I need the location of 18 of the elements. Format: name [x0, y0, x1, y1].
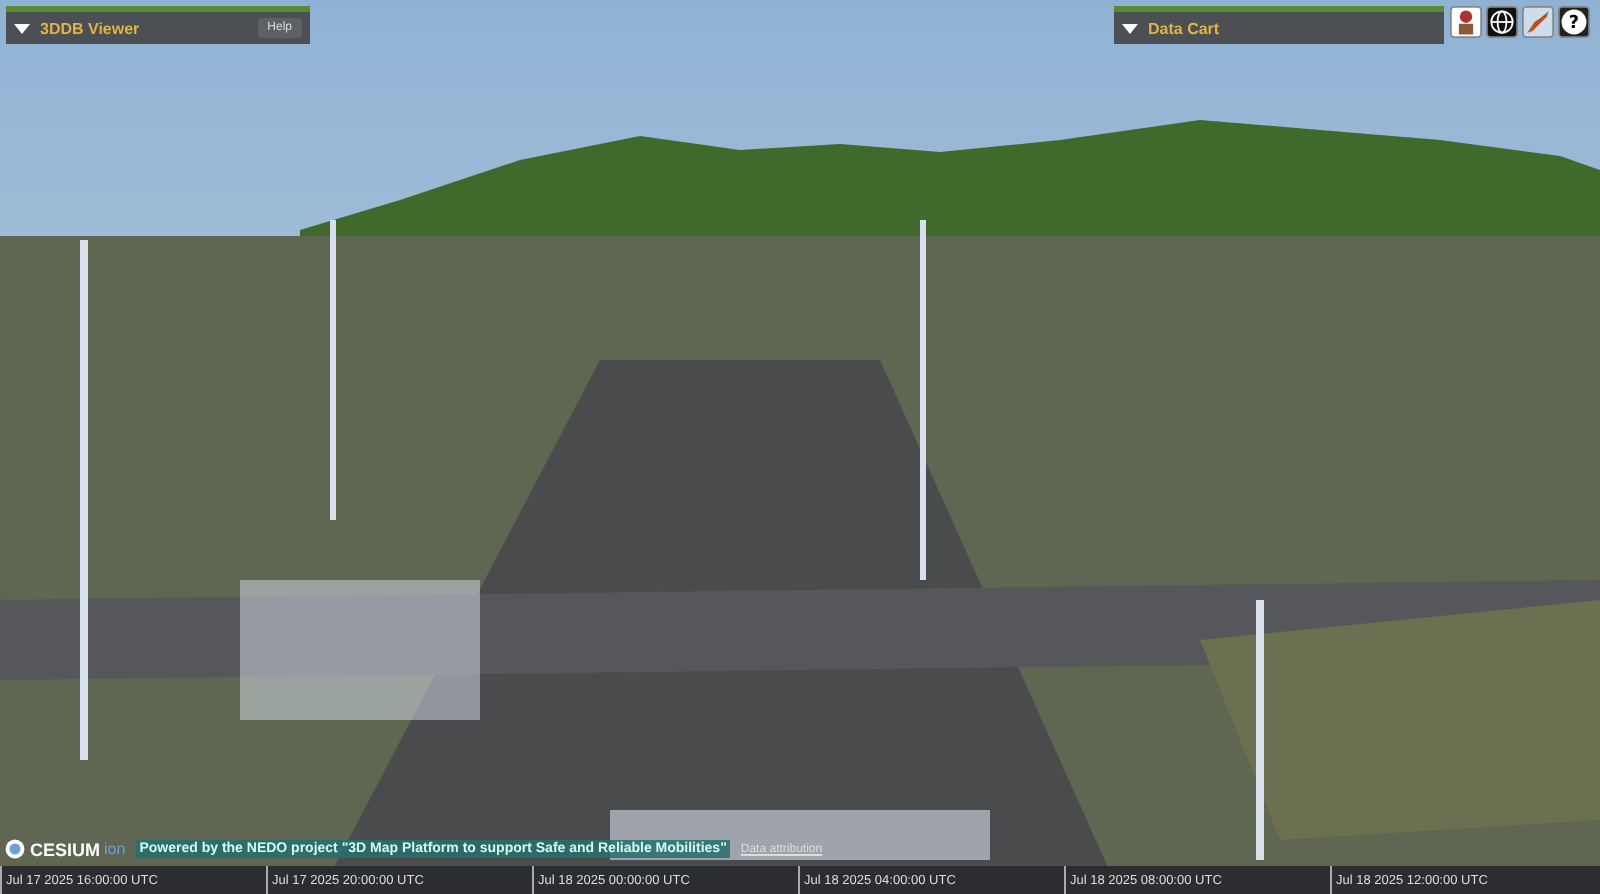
panel-title: Data Cart [1148, 19, 1220, 37]
triangle-icon[interactable] [1122, 23, 1138, 33]
logo-text: CESIUM [30, 839, 101, 859]
logo-suffix: ion [104, 840, 126, 858]
timeline-tick [798, 866, 800, 894]
panel-title: 3DDB Viewer [40, 19, 140, 37]
timeline-tick [1064, 866, 1066, 894]
cesium-logo[interactable]: CESIUM ion [4, 838, 126, 860]
map-icon[interactable] [1522, 6, 1554, 38]
help-icon[interactable]: ? [1558, 6, 1590, 38]
timeline-tick [266, 866, 268, 894]
triangle-icon[interactable] [14, 23, 30, 33]
timeline-tick [1330, 866, 1332, 894]
logo-icon [4, 838, 26, 860]
timeline-tick [0, 866, 2, 894]
person-icon[interactable] [1450, 6, 1482, 38]
globe-icon[interactable] [1486, 6, 1518, 38]
timeline-tick [532, 866, 534, 894]
